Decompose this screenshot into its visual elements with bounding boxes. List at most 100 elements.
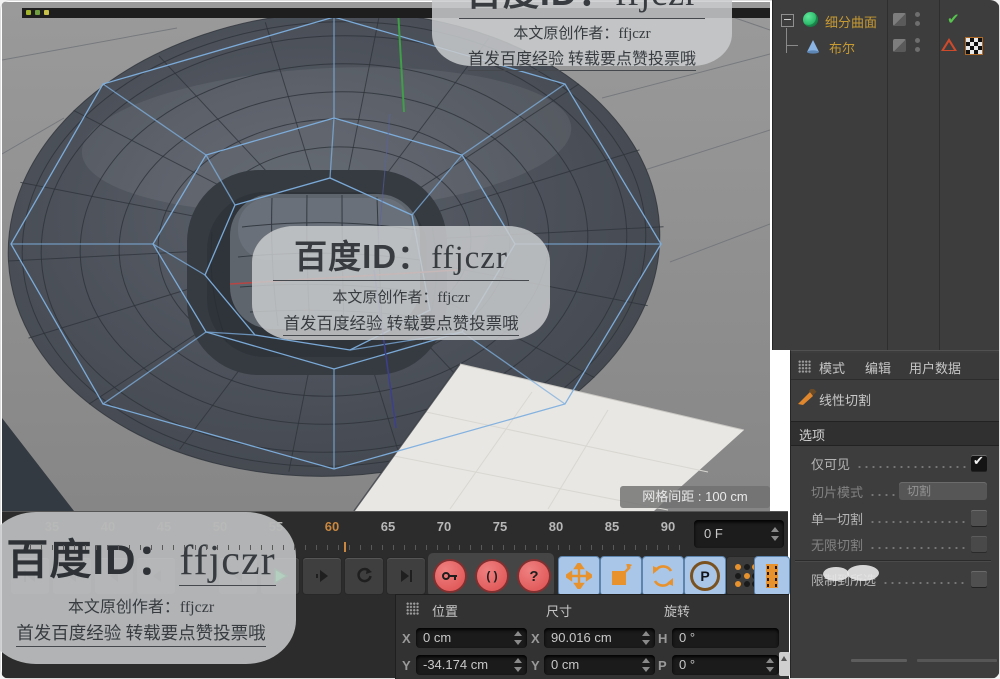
watermark-blob: [847, 565, 879, 581]
size-x-field[interactable]: 90.016 cm: [544, 628, 655, 648]
field-value: 90.016 cm: [551, 630, 612, 645]
field-value: 0 °: [679, 630, 695, 645]
visibility-dot-icon[interactable]: [915, 12, 920, 17]
layer-swatch-icon[interactable]: [893, 13, 906, 26]
record-parameter-toggle[interactable]: P: [684, 556, 726, 596]
dot-leader: [869, 493, 895, 497]
frame-number-field[interactable]: 0 F: [694, 520, 784, 548]
field-value: -34.174 cm: [423, 657, 488, 672]
current-frame-marker[interactable]: [344, 542, 346, 552]
object-row-boole[interactable]: 布尔: [773, 34, 999, 58]
autokey-button[interactable]: ( ): [475, 559, 509, 593]
frame-number-value: 0 F: [704, 526, 723, 541]
single-cut-checkbox[interactable]: [971, 510, 987, 526]
dot-leader: [856, 465, 967, 469]
stepper-icon[interactable]: [770, 527, 779, 541]
panel-grip-icon: [406, 602, 419, 615]
watermark-id-label: 百度ID：: [6, 536, 179, 583]
position-x-field[interactable]: 0 cm: [416, 628, 527, 648]
object-name[interactable]: 细分曲面: [825, 12, 877, 31]
option-label: 无限切割: [811, 535, 863, 554]
option-single-cut: 单一切割: [811, 508, 987, 528]
dot-leader: [869, 546, 967, 550]
layer-swatch-icon[interactable]: [893, 39, 906, 52]
position-y-field[interactable]: -34.174 cm: [416, 655, 527, 675]
record-scale-toggle[interactable]: [600, 556, 642, 596]
field-value: 0 cm: [423, 630, 451, 645]
am-header: 模式 编辑 用户数据: [791, 353, 999, 380]
tab-user-data[interactable]: 用户数据: [909, 358, 961, 377]
stepper-icon[interactable]: [513, 658, 522, 672]
minor-ticks: [30, 545, 682, 550]
watermark-blob: [823, 567, 849, 581]
rotation-p-field[interactable]: 0 °: [672, 655, 779, 675]
boole-tag-icon[interactable]: [941, 38, 957, 51]
keyframe-selection-button[interactable]: ?: [517, 559, 551, 593]
move-icon: [566, 563, 592, 589]
next-frame-button[interactable]: [302, 557, 342, 595]
object-row-subdivision[interactable]: 细分曲面 ✔: [773, 8, 999, 32]
record-position-toggle[interactable]: [558, 556, 600, 596]
tick-label-current: 60: [319, 519, 345, 534]
coordinates-panel: 位置 尺寸 旋转 X 0 cm X 90.016 cm H 0 ° Y -34.…: [395, 594, 789, 679]
option-infinite-cut: 无限切割: [811, 534, 987, 554]
grid-spacing-label: 网格间距 : 100 cm: [620, 486, 770, 508]
watermark-bottom-left: 百度ID：ffjczr 本文原创作者：ffjczr 首发百度经验 转载要点赞投票…: [0, 512, 296, 664]
record-rotation-toggle[interactable]: [642, 556, 684, 596]
visibility-dot-icon[interactable]: [915, 38, 920, 43]
section-title: 选项: [799, 425, 825, 444]
watermark-id-label: 百度ID：: [466, 0, 615, 13]
watermark-top: 百度ID：ffjczr 本文原创作者：ffjczr 首发百度经验 转载要点赞投票…: [432, 0, 732, 66]
option-label: 单一切割: [811, 509, 863, 528]
rotation-h-field[interactable]: 0 °: [672, 628, 779, 648]
watermark-footer-line: 首发百度经验 转载要点赞投票哦: [468, 45, 696, 71]
tick-label: 70: [431, 519, 457, 534]
tick-label: 75: [487, 519, 513, 534]
object-name[interactable]: 布尔: [829, 38, 855, 57]
attribute-manager: 模式 编辑 用户数据 线性切割 选项 仅可见 切片模式 切割 单一切割: [790, 350, 999, 678]
loop-button[interactable]: [344, 557, 384, 595]
stepper-icon[interactable]: [641, 658, 650, 672]
watermark-id-label: 百度ID：: [294, 238, 431, 275]
timeline-flyout-button[interactable]: [754, 556, 790, 596]
scale-icon: [609, 564, 633, 588]
options-section-bar[interactable]: 选项: [791, 421, 999, 446]
keyframe-record-group: ( ) ?: [428, 553, 554, 597]
tick-label: 50: [207, 519, 233, 534]
render-dot-icon[interactable]: [915, 47, 920, 52]
scrollbar-nub[interactable]: [779, 652, 790, 676]
watermark-author-line: 本文原创作者：ffjczr: [0, 593, 296, 617]
stepper-icon[interactable]: [765, 658, 774, 672]
tab-mode[interactable]: 模式: [819, 358, 845, 377]
tick-label: 40: [95, 519, 121, 534]
tick-label: 85: [599, 519, 625, 534]
enabled-check-icon[interactable]: ✔: [947, 10, 960, 28]
position-header: 位置: [432, 601, 458, 620]
knife-tool-icon: [797, 389, 817, 407]
boole-cone-icon: [805, 38, 821, 54]
option-visible-only: 仅可见: [811, 453, 987, 473]
stepper-icon[interactable]: [641, 631, 650, 645]
visible-only-checkbox[interactable]: [971, 455, 987, 471]
stepper-icon[interactable]: [513, 631, 522, 645]
option-label: 仅可见: [811, 454, 850, 473]
goto-end-button[interactable]: [386, 557, 426, 595]
checker-tag-icon[interactable]: [965, 37, 983, 55]
infinite-cut-checkbox: [971, 536, 987, 552]
collapse-toggle-icon[interactable]: [781, 14, 794, 27]
tab-edit[interactable]: 编辑: [865, 358, 891, 377]
dot-leader: [882, 581, 967, 585]
watermark-author-line: 本文原创作者：ffjczr: [432, 22, 732, 43]
axis-label: P: [658, 658, 667, 673]
render-dot-icon[interactable]: [915, 21, 920, 26]
tree-line: [786, 45, 798, 46]
option-slice-mode: 切片模式 切割: [811, 481, 987, 501]
tool-row: 线性切割: [791, 385, 999, 411]
restrict-selection-checkbox[interactable]: [971, 571, 987, 587]
watermark-author-line: 本文原创作者：ffjczr: [252, 286, 550, 307]
field-value: 0 cm: [551, 657, 579, 672]
subdivision-surface-icon: [803, 12, 818, 27]
menu-dot-icon: [26, 10, 31, 15]
record-key-button[interactable]: [433, 559, 467, 593]
size-y-field[interactable]: 0 cm: [544, 655, 655, 675]
